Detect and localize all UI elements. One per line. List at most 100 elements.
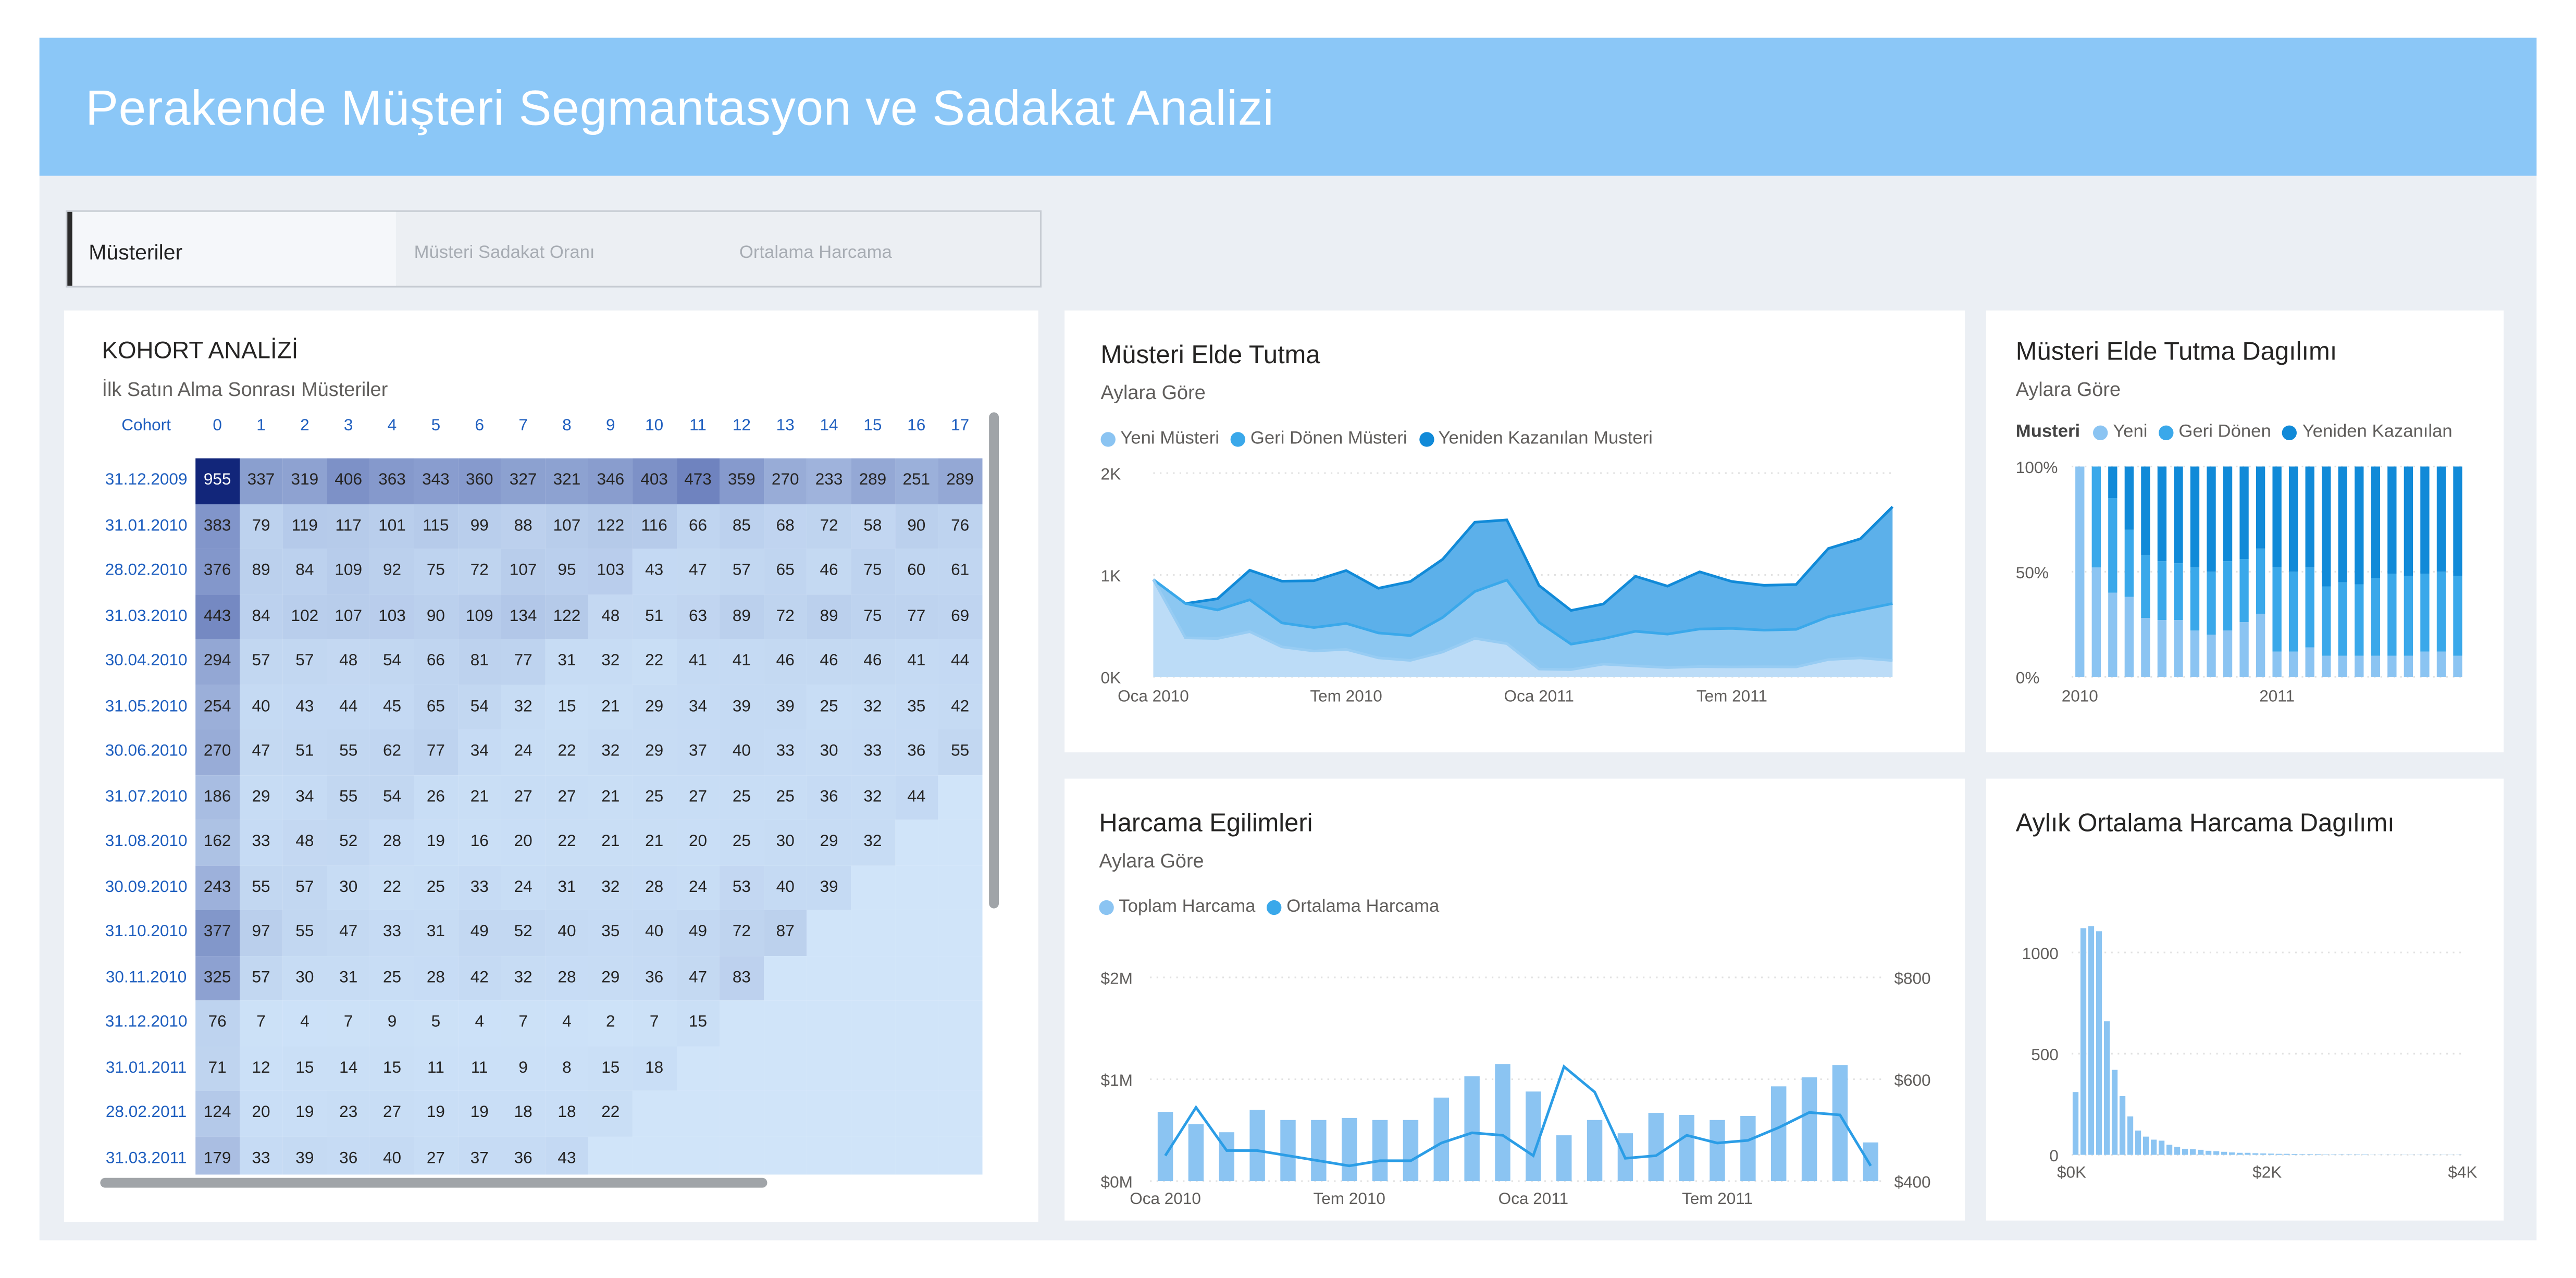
period-column-header[interactable]: 1 xyxy=(239,404,283,447)
distribution-stacked-bar-chart: 0%50%100%20102011 xyxy=(1986,311,2504,752)
cohort-value-cell: 90 xyxy=(414,594,457,639)
tab-musteriler[interactable]: Müsteriler xyxy=(67,212,396,286)
cohort-value-cell: 27 xyxy=(370,1091,414,1136)
cohort-value-cell: 15 xyxy=(589,1046,633,1091)
period-column-header[interactable]: 8 xyxy=(545,404,589,447)
cohort-value-cell xyxy=(895,956,938,1001)
cohort-value-cell: 46 xyxy=(807,549,851,594)
cohort-value-cell: 107 xyxy=(327,594,370,639)
period-column-header[interactable]: 10 xyxy=(633,404,676,447)
cohort-value-cell xyxy=(720,1136,763,1174)
bar-yeni xyxy=(2125,597,2134,677)
x-tick-label: Oca 2011 xyxy=(1498,1189,1568,1208)
vertical-scrollbar[interactable] xyxy=(989,412,999,908)
period-column-header[interactable]: 15 xyxy=(851,404,895,447)
page-title: Perakende Müşteri Segmantasyon ve Sadaka… xyxy=(85,82,1274,138)
cohort-value-cell: 79 xyxy=(239,503,283,549)
cohort-value-cell: 43 xyxy=(283,684,327,729)
histogram-bar xyxy=(2120,1096,2125,1155)
bar-yeniden-kazanılan xyxy=(2223,466,2232,561)
cohort-value-cell: 18 xyxy=(501,1091,545,1136)
period-column-header[interactable]: 7 xyxy=(501,404,545,447)
cohort-value-cell: 84 xyxy=(239,594,283,639)
cohort-value-cell xyxy=(807,956,851,1001)
cohort-value-cell: 48 xyxy=(589,594,633,639)
cohort-value-cell: 29 xyxy=(633,729,676,775)
cohort-value-cell: 20 xyxy=(676,820,720,865)
histogram-bar xyxy=(2292,1154,2297,1155)
period-column-header[interactable]: 14 xyxy=(807,404,851,447)
histogram-bar xyxy=(2299,1154,2305,1155)
histogram-bar xyxy=(2260,1153,2266,1155)
x-tick-label: $2K xyxy=(2252,1163,2282,1182)
cohort-value-cell: 44 xyxy=(895,775,938,820)
cohort-value-cell xyxy=(807,1091,851,1136)
period-column-header[interactable]: 17 xyxy=(938,404,982,447)
cohort-value-cell: 21 xyxy=(589,820,633,865)
x-tick-label: Tem 2011 xyxy=(1682,1189,1753,1208)
cohort-date-cell: 31.07.2010 xyxy=(97,775,195,820)
period-column-header[interactable]: 3 xyxy=(327,404,370,447)
period-column-header[interactable]: 4 xyxy=(370,404,414,447)
bar-yeniden-kazanılan xyxy=(2239,466,2248,559)
cohort-value-cell: 14 xyxy=(327,1046,370,1091)
cohort-row: 31.10.201037797554733314952403540497287 xyxy=(97,910,982,956)
cohort-row: 31.01.2010383791191171011159988107122116… xyxy=(97,503,982,549)
histogram-bar xyxy=(2229,1152,2235,1155)
cohort-value-cell: 39 xyxy=(763,684,807,729)
bar-yeni xyxy=(2174,620,2183,677)
period-column-header[interactable]: 11 xyxy=(676,404,720,447)
cohort-value-cell: 33 xyxy=(239,1136,283,1174)
cohort-date-cell: 31.05.2010 xyxy=(97,684,195,729)
cohort-value-cell: 4 xyxy=(545,1000,589,1046)
period-column-header[interactable]: 12 xyxy=(720,404,763,447)
period-column-header[interactable]: 16 xyxy=(895,404,938,447)
bar-toplam-harcama xyxy=(1649,1113,1664,1181)
cohort-value-cell xyxy=(938,1000,982,1046)
tab-musteri-sadakat-orani[interactable]: Müsteri Sadakat Oranı xyxy=(396,212,721,286)
cohort-value-cell xyxy=(895,820,938,865)
horizontal-scrollbar[interactable] xyxy=(100,1178,767,1188)
period-column-header[interactable]: 9 xyxy=(589,404,633,447)
cohort-row: 31.03.20111793339364027373643 xyxy=(97,1136,982,1174)
period-column-header[interactable]: 2 xyxy=(283,404,327,447)
cohort-value-cell: 55 xyxy=(327,729,370,775)
cohort-value-cell: 76 xyxy=(195,1000,239,1046)
cohort-value-cell: 40 xyxy=(370,1136,414,1174)
cohort-value-cell: 40 xyxy=(545,910,589,956)
cohort-value-cell: 15 xyxy=(370,1046,414,1091)
cohort-value-cell: 321 xyxy=(545,458,589,504)
cohort-value-cell: 270 xyxy=(763,458,807,504)
cohort-column-header[interactable]: Cohort xyxy=(97,404,195,447)
cohort-value-cell: 39 xyxy=(283,1136,327,1174)
cohort-value-cell: 43 xyxy=(545,1136,589,1174)
bar-yeni xyxy=(2371,656,2380,677)
cohort-value-cell: 376 xyxy=(195,549,239,594)
period-column-header[interactable]: 6 xyxy=(457,404,501,447)
cohort-value-cell: 47 xyxy=(676,549,720,594)
cohort-value-cell xyxy=(895,1091,938,1136)
cohort-value-cell: 89 xyxy=(807,594,851,639)
histogram-bar xyxy=(2315,1154,2321,1155)
period-column-header[interactable]: 0 xyxy=(195,404,239,447)
bar-geri-dönen xyxy=(2108,498,2117,593)
cohort-value-cell: 359 xyxy=(720,458,763,504)
cohort-value-cell: 75 xyxy=(851,594,895,639)
cohort-value-cell xyxy=(938,1046,982,1091)
cohort-value-cell: 66 xyxy=(676,503,720,549)
cohort-value-cell: 57 xyxy=(720,549,763,594)
cohort-value-cell: 40 xyxy=(633,910,676,956)
cohort-date-cell: 31.12.2009 xyxy=(97,458,195,504)
cohort-value-cell: 327 xyxy=(501,458,545,504)
bar-yeniden-kazanılan xyxy=(2322,466,2331,586)
cohort-value-cell: 16 xyxy=(457,820,501,865)
cohort-date-cell: 31.12.2010 xyxy=(97,1000,195,1046)
x-tick-label: $4K xyxy=(2448,1163,2477,1182)
period-column-header[interactable]: 13 xyxy=(763,404,807,447)
period-column-header[interactable]: 5 xyxy=(414,404,457,447)
bar-geri-dönen xyxy=(2272,567,2281,651)
cohort-value-cell: 62 xyxy=(370,729,414,775)
cohort-row: 30.11.2010325573031252842322829364783 xyxy=(97,956,982,1001)
tab-ortalama-harcama[interactable]: Ortalama Harcama xyxy=(721,212,1040,286)
cohort-table-viewport[interactable]: Cohort01234567891011121314151617 31.12.2… xyxy=(97,404,984,1175)
